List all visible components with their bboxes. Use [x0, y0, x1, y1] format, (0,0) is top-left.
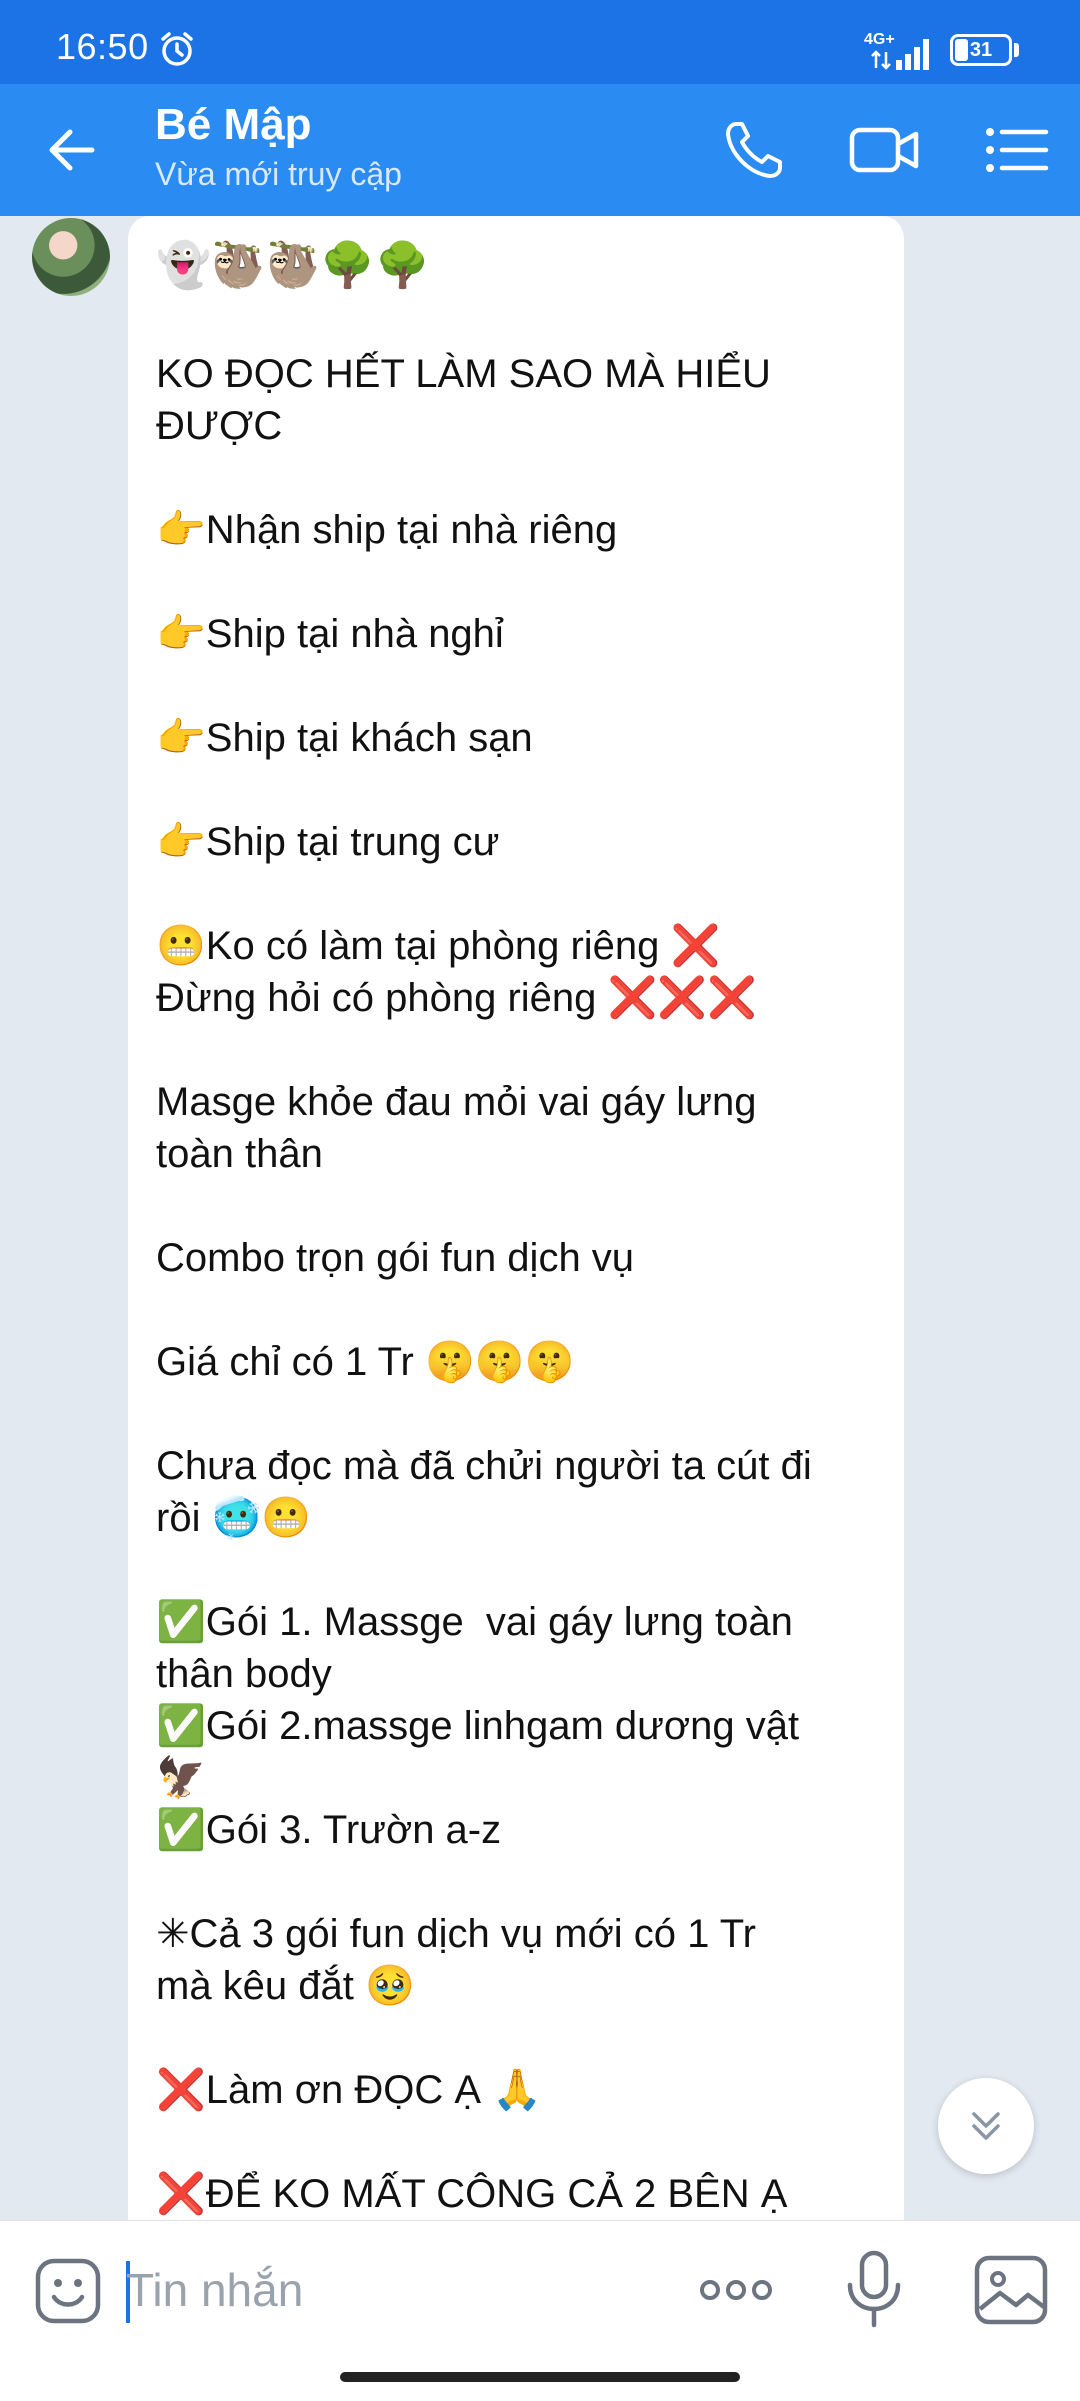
message-line: mà kêu đắt 🥹	[156, 1964, 415, 2008]
alarm-clock-icon	[161, 32, 193, 66]
message-line: ❌Làm ơn ĐỌC Ạ 🙏	[156, 2068, 542, 2112]
message-line: 👉Nhận ship tại nhà riêng	[156, 508, 618, 552]
chat-header: Bé Mập Vừa mới truy cập	[0, 84, 1080, 216]
battery-percent: 31	[969, 39, 993, 61]
message-bubble[interactable]: 👻🦥🦥🌳🌳 KO ĐỌC HẾT LÀM SAO MÀ HIỂU ĐƯỢC 👉Nhận…	[128, 216, 904, 2220]
message-line: 🦅	[156, 1756, 206, 1800]
battery-cap	[1014, 43, 1019, 57]
message-line: Đừng hỏi có phòng riêng ❌❌❌	[156, 976, 757, 1020]
message-line	[156, 764, 874, 816]
message-line: Masge khỏe đau mỏi vai gáy lưng	[156, 1080, 757, 1124]
back-arrow-icon[interactable]	[30, 110, 110, 190]
message-line	[156, 1388, 874, 1440]
home-indicator[interactable]	[340, 2372, 740, 2382]
contact-avatar[interactable]	[32, 218, 110, 296]
signal-strength-icon	[871, 39, 929, 70]
double-chevron-down-icon	[972, 2112, 1000, 2140]
chat-area[interactable]: 👻🦥🦥🌳🌳 KO ĐỌC HẾT LÀM SAO MÀ HIỂU ĐƯỢC 👉Nhận…	[0, 216, 1080, 2220]
message-line: ✅Gói 1. Massge vai gáy lưng toàn	[156, 1600, 793, 1644]
image-gallery-icon[interactable]	[972, 2253, 1050, 2327]
video-call-icon[interactable]	[846, 112, 922, 188]
message-line	[156, 556, 874, 608]
message-line: rồi 🥶😬	[156, 1496, 312, 1540]
message-line: 👉Ship tại nhà nghỉ	[156, 612, 504, 656]
message-line	[156, 2012, 874, 2064]
message-line	[156, 452, 874, 504]
message-line: ✅Gói 3. Trườn a-z	[156, 1808, 502, 1852]
message-line	[156, 1024, 874, 1076]
message-line	[156, 868, 874, 920]
message-line: ✳Cả 3 gói fun dịch vụ mới có 1 Tr	[156, 1912, 756, 1956]
message-line	[156, 1284, 874, 1336]
phone-icon[interactable]	[716, 112, 792, 188]
message-line	[156, 296, 874, 348]
status-time: 16:50	[56, 26, 149, 67]
message-line	[156, 1180, 874, 1232]
message-line	[156, 1856, 874, 1908]
message-line	[156, 660, 874, 712]
message-line: ❌ĐỂ KO MẤT CÔNG CẢ 2 BÊN Ạ	[156, 2172, 788, 2216]
sticker-icon[interactable]	[32, 2255, 104, 2327]
message-line: Giá chỉ có 1 Tr 🤫🤫🤫	[156, 1340, 575, 1384]
message-line: Combo trọn gói fun dịch vụ	[156, 1236, 635, 1280]
battery-icon: 31	[950, 34, 1012, 66]
message-line: 👻🦥🦥🌳🌳	[156, 240, 430, 291]
message-line	[156, 1544, 874, 1596]
microphone-icon[interactable]	[838, 2249, 910, 2329]
contact-status: Vừa mới truy cập	[155, 156, 402, 192]
scroll-to-bottom-button[interactable]	[938, 2078, 1034, 2174]
message-input[interactable]	[126, 2249, 666, 2331]
contact-name[interactable]: Bé Mập	[155, 100, 311, 150]
message-line: 😬Ko có làm tại phòng riêng ❌	[156, 924, 721, 968]
status-bar: 16:50 4G+ 31	[0, 0, 1080, 84]
message-line	[156, 2116, 874, 2168]
message-line: thân body	[156, 1652, 332, 1696]
message-line: ✅Gói 2.massge linhgam dương vật	[156, 1704, 800, 1748]
message-line: toàn thân	[156, 1132, 323, 1176]
menu-list-icon[interactable]	[978, 112, 1054, 188]
message-line: Chưa đọc mà đã chửi người ta cút đi	[156, 1444, 812, 1488]
message-line: ĐƯỢC	[156, 404, 283, 448]
more-options-icon[interactable]	[696, 2265, 776, 2315]
message-line: KO ĐỌC HẾT LÀM SAO MÀ HIỂU	[156, 352, 771, 396]
message-line: 👉Ship tại trung cư	[156, 820, 500, 864]
message-line: 👉Ship tại khách sạn	[156, 716, 533, 760]
